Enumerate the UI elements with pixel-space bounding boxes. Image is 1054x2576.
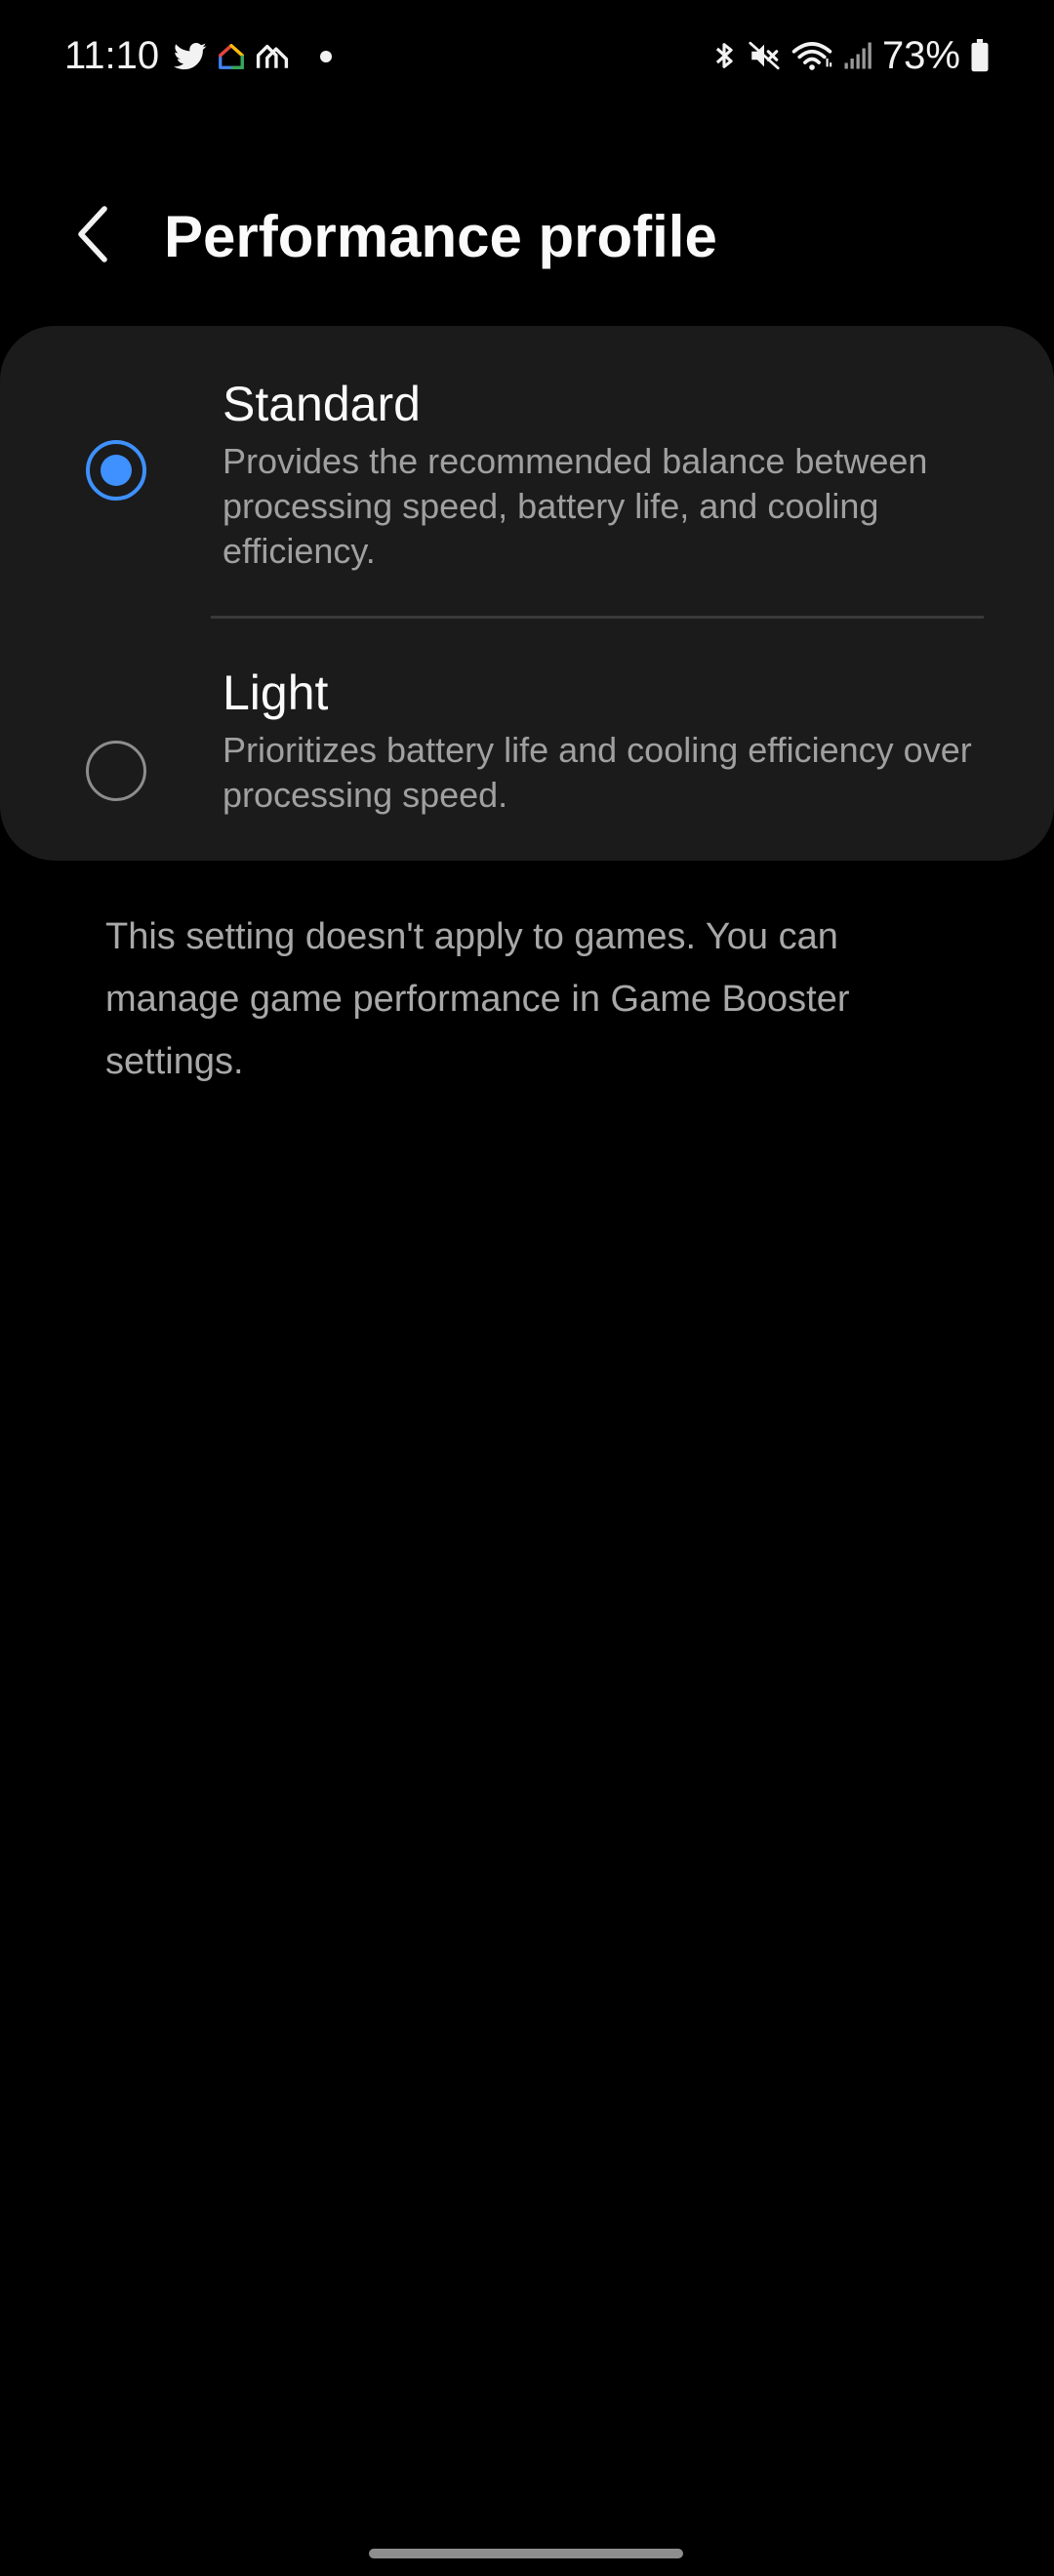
smart-home-icon bbox=[217, 42, 246, 71]
page-title: Performance profile bbox=[164, 204, 717, 269]
status-bar: 11:10 73% bbox=[0, 0, 1054, 117]
chevron-left-icon bbox=[73, 205, 112, 263]
performance-options-card: Standard Provides the recommended balanc… bbox=[0, 326, 1054, 861]
signal-icon bbox=[843, 41, 872, 70]
option-standard[interactable]: Standard Provides the recommended balanc… bbox=[0, 326, 1054, 615]
option-light[interactable]: Light Prioritizes battery life and cooli… bbox=[0, 615, 1054, 861]
battery-percentage: 73% bbox=[881, 34, 960, 77]
back-button[interactable] bbox=[59, 200, 127, 268]
system-icons: 73% bbox=[710, 31, 990, 80]
option-description-standard: Provides the recommended balance between… bbox=[223, 441, 928, 571]
radio-light[interactable] bbox=[86, 741, 146, 801]
wifi-icon bbox=[790, 39, 833, 72]
battery-icon bbox=[970, 39, 990, 72]
option-title-standard: Standard bbox=[223, 377, 421, 431]
bluetooth-icon bbox=[710, 39, 738, 72]
navigation-handle[interactable] bbox=[369, 2549, 683, 2558]
radio-selected-dot bbox=[101, 455, 132, 486]
notification-dot-icon bbox=[320, 51, 332, 62]
app-bar: Performance profile bbox=[0, 185, 1054, 283]
option-description-light: Prioritizes battery life and cooling eff… bbox=[223, 730, 972, 815]
mute-icon bbox=[748, 39, 781, 72]
radio-standard[interactable] bbox=[86, 440, 146, 501]
home-app-icon bbox=[256, 42, 289, 71]
option-title-light: Light bbox=[223, 665, 329, 720]
status-time: 11:10 bbox=[64, 34, 160, 77]
info-note: This setting doesn't apply to games. You… bbox=[105, 916, 850, 1082]
notification-icons bbox=[174, 37, 332, 76]
twitter-icon bbox=[174, 42, 207, 71]
